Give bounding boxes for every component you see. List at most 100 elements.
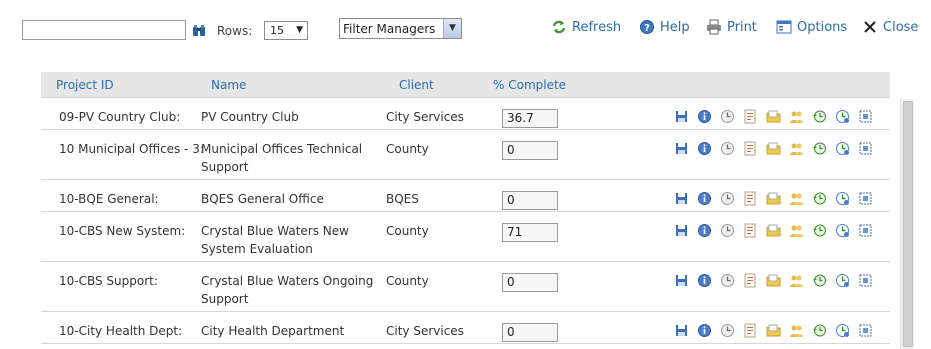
clock-icon[interactable]: [720, 141, 735, 156]
table-row[interactable]: 10-City Health Dept: City Health Departme…: [41, 312, 890, 344]
schedule-icon[interactable]: [835, 223, 850, 238]
grid-header: Project ID Name Client % Complete: [41, 72, 890, 98]
table-row[interactable]: 10 Municipal Offices - 3: Municipal Offic…: [41, 130, 890, 180]
info-icon[interactable]: [697, 323, 712, 338]
project-id-cell[interactable]: 10-CBS Support:: [59, 272, 158, 290]
table-row[interactable]: 10-CBS Support: Crystal Blue Waters Ongoi…: [41, 262, 890, 312]
clock-icon[interactable]: [720, 109, 735, 124]
folder-icon[interactable]: [766, 323, 781, 338]
select-icon[interactable]: [858, 273, 873, 288]
project-name-cell: Crystal Blue Waters Ongoing Support: [201, 274, 374, 306]
select-icon[interactable]: [858, 191, 873, 206]
options-button[interactable]: Options: [776, 19, 847, 35]
history-icon[interactable]: [812, 109, 827, 124]
project-id-cell[interactable]: 10 Municipal Offices - 3:: [59, 140, 204, 158]
report-icon[interactable]: [743, 141, 758, 156]
report-icon[interactable]: [743, 191, 758, 206]
percent-complete-input[interactable]: 0: [502, 141, 558, 160]
users-icon[interactable]: [789, 191, 804, 206]
project-id-cell[interactable]: 09-PV Country Club:: [59, 108, 180, 126]
save-icon[interactable]: [674, 273, 689, 288]
svg-text:?: ?: [644, 23, 650, 34]
report-icon[interactable]: [743, 273, 758, 288]
table-row[interactable]: 09-PV Country Club: PV Country Club City S…: [41, 98, 890, 130]
table-row[interactable]: 10-BQE General: BQES General Office BQES 0: [41, 180, 890, 212]
rows-select-value: 15: [270, 24, 284, 37]
scrollbar-thumb[interactable]: [903, 101, 913, 347]
filter-managers-select[interactable]: Filter Managers ▼: [339, 18, 462, 39]
chevron-down-icon: ▼: [296, 25, 303, 35]
percent-complete-input[interactable]: 0: [502, 191, 558, 210]
save-icon[interactable]: [674, 109, 689, 124]
report-icon[interactable]: [743, 223, 758, 238]
refresh-button[interactable]: Refresh: [551, 19, 621, 35]
folder-icon[interactable]: [766, 273, 781, 288]
close-button[interactable]: Close: [862, 19, 918, 35]
row-actions: [674, 141, 873, 156]
project-id-cell[interactable]: 10-City Health Dept:: [59, 322, 182, 340]
select-icon[interactable]: [858, 323, 873, 338]
info-icon[interactable]: [697, 109, 712, 124]
table-row[interactable]: 10-CBS New System: Crystal Blue Waters Ne…: [41, 212, 890, 262]
folder-icon[interactable]: [766, 223, 781, 238]
schedule-icon[interactable]: [835, 191, 850, 206]
history-icon[interactable]: [812, 141, 827, 156]
print-button[interactable]: Print: [706, 19, 757, 35]
clock-icon[interactable]: [720, 323, 735, 338]
report-icon[interactable]: [743, 323, 758, 338]
project-id-cell[interactable]: 10-CBS New System:: [59, 222, 185, 240]
column-header-percent-complete[interactable]: % Complete: [493, 78, 566, 92]
search-input[interactable]: [22, 20, 186, 40]
schedule-icon[interactable]: [835, 273, 850, 288]
info-icon[interactable]: [697, 141, 712, 156]
rows-select[interactable]: 15 ▼: [264, 21, 308, 40]
info-icon[interactable]: [697, 223, 712, 238]
filter-select-value: Filter Managers: [343, 22, 436, 36]
folder-icon[interactable]: [766, 109, 781, 124]
report-icon[interactable]: [743, 109, 758, 124]
percent-complete-input[interactable]: 71: [502, 223, 558, 242]
folder-icon[interactable]: [766, 141, 781, 156]
print-label: Print: [727, 19, 757, 35]
select-icon[interactable]: [858, 223, 873, 238]
help-button[interactable]: ? Help: [639, 19, 690, 35]
save-icon[interactable]: [674, 223, 689, 238]
info-icon[interactable]: [697, 191, 712, 206]
column-header-name[interactable]: Name: [211, 78, 246, 92]
percent-complete-input[interactable]: 0: [502, 273, 558, 292]
history-icon[interactable]: [812, 273, 827, 288]
column-header-project-id[interactable]: Project ID: [56, 78, 114, 92]
save-icon[interactable]: [674, 323, 689, 338]
save-icon[interactable]: [674, 191, 689, 206]
users-icon[interactable]: [789, 273, 804, 288]
project-name-cell: Crystal Blue Waters New System Evaluatio…: [201, 224, 349, 256]
percent-complete-input[interactable]: 36.7: [502, 109, 558, 128]
project-name-cell: Municipal Offices Technical Support: [201, 142, 363, 174]
clock-icon[interactable]: [720, 223, 735, 238]
schedule-icon[interactable]: [835, 109, 850, 124]
schedule-icon[interactable]: [835, 323, 850, 338]
help-icon: ?: [640, 20, 654, 34]
users-icon[interactable]: [789, 223, 804, 238]
select-icon[interactable]: [858, 109, 873, 124]
history-icon[interactable]: [812, 323, 827, 338]
toolbar: Rows: 15 ▼ Filter Managers ▼ Refresh ? H…: [0, 0, 931, 56]
vertical-scrollbar[interactable]: [900, 99, 914, 349]
history-icon[interactable]: [812, 191, 827, 206]
binoculars-icon[interactable]: [192, 24, 206, 37]
folder-icon[interactable]: [766, 191, 781, 206]
percent-complete-input[interactable]: 0: [502, 323, 558, 342]
history-icon[interactable]: [812, 223, 827, 238]
clock-icon[interactable]: [720, 191, 735, 206]
users-icon[interactable]: [789, 109, 804, 124]
schedule-icon[interactable]: [835, 141, 850, 156]
users-icon[interactable]: [789, 323, 804, 338]
save-icon[interactable]: [674, 141, 689, 156]
column-header-client[interactable]: Client: [399, 78, 434, 92]
help-label: Help: [660, 19, 690, 35]
users-icon[interactable]: [789, 141, 804, 156]
clock-icon[interactable]: [720, 273, 735, 288]
select-icon[interactable]: [858, 141, 873, 156]
project-id-cell[interactable]: 10-BQE General:: [59, 190, 159, 208]
info-icon[interactable]: [697, 273, 712, 288]
